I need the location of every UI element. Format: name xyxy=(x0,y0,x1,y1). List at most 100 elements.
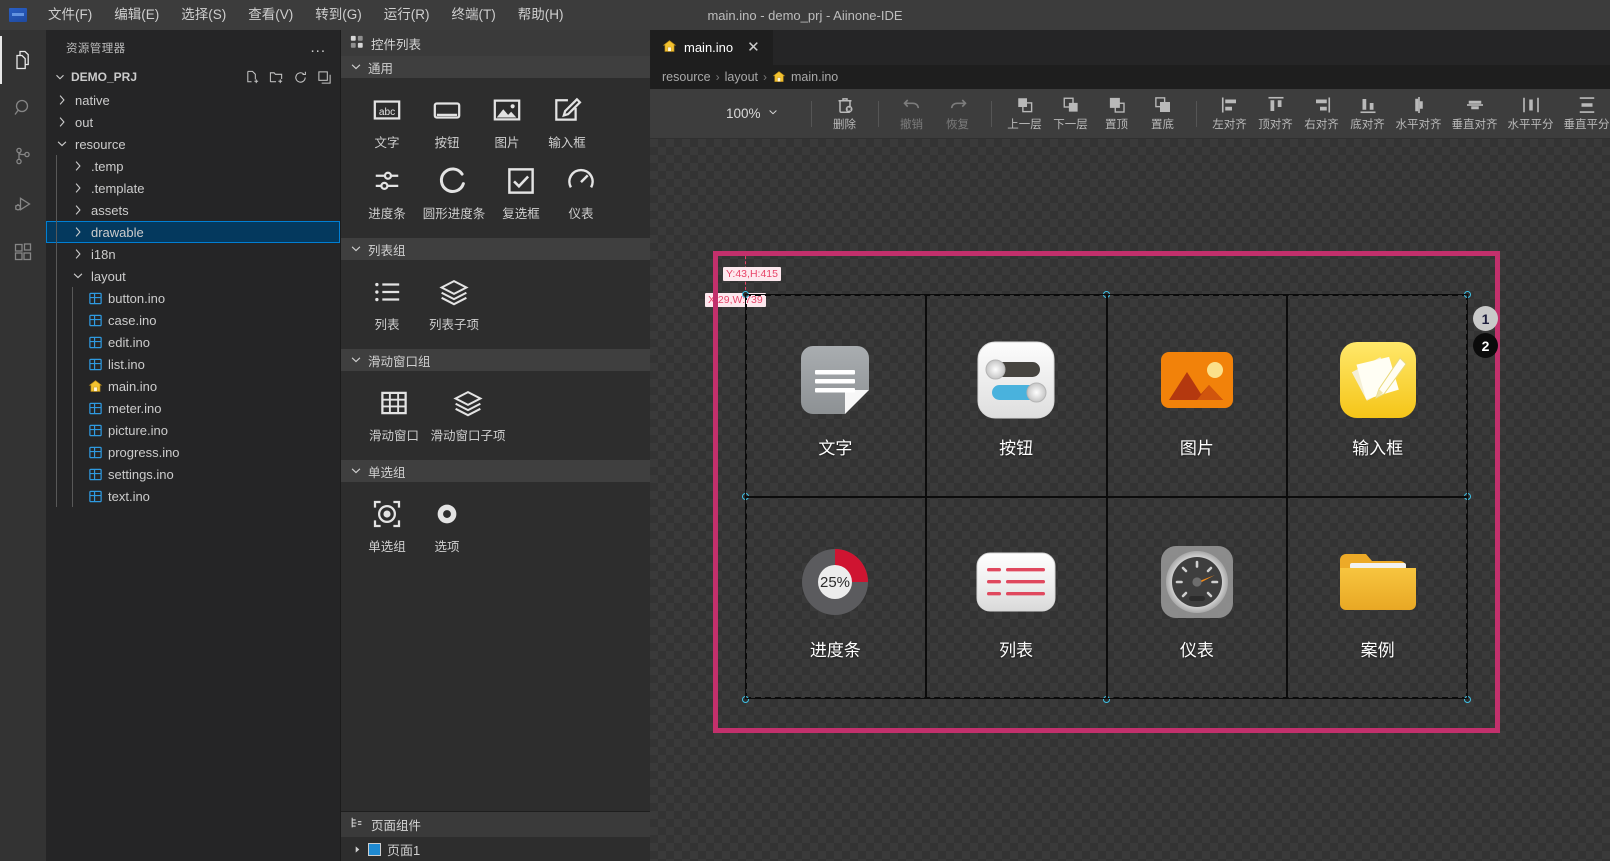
design-canvas[interactable]: Y:43,H:415 X:29,W:739 1 2 文字 按钮 图片 输入框 2… xyxy=(650,139,1610,861)
palette-group-2[interactable]: 滑动窗口组 xyxy=(341,349,650,371)
collapse-all-icon[interactable] xyxy=(317,70,332,85)
tree-item--template[interactable]: .template xyxy=(46,177,340,199)
menu-view[interactable]: 查看(V) xyxy=(237,2,304,29)
tree-item-resource[interactable]: resource xyxy=(46,133,340,155)
tree-item-meter-ino[interactable]: meter.ino xyxy=(46,397,340,419)
chevron-down-icon[interactable] xyxy=(54,137,70,151)
page-node-page1[interactable]: 页面1 xyxy=(341,837,650,861)
canvas-cell-donut-progress[interactable]: 25% 进度条 xyxy=(745,496,926,699)
tree-item-native[interactable]: native xyxy=(46,89,340,111)
menu-select[interactable]: 选择(S) xyxy=(170,2,237,29)
menu-terminal[interactable]: 终端(T) xyxy=(441,2,507,29)
palette-item-slider[interactable]: 进度条 xyxy=(359,163,415,222)
menu-edit[interactable]: 编辑(E) xyxy=(103,2,170,29)
breadcrumb-resource[interactable]: resource xyxy=(662,70,711,84)
breadcrumb-file[interactable]: main.ino xyxy=(791,70,838,84)
palette-item-circular-progress[interactable]: 圆形进度条 xyxy=(419,163,489,222)
chevron-right-icon[interactable] xyxy=(70,181,86,195)
project-root-row[interactable]: DEMO_PRJ xyxy=(46,65,340,89)
canvas-cell-doc-lines[interactable]: 文字 xyxy=(745,294,926,497)
palette-group-3[interactable]: 单选组 xyxy=(341,460,650,482)
toolbar-align-bottom[interactable]: 底对齐 xyxy=(1345,93,1391,134)
palette-group-1[interactable]: 列表组 xyxy=(341,238,650,260)
toolbar-align-top[interactable]: 顶对齐 xyxy=(1253,93,1299,134)
palette-item-layers[interactable]: 列表子项 xyxy=(419,274,489,333)
tree-item-case-ino[interactable]: case.ino xyxy=(46,309,340,331)
toolbar-align-right[interactable]: 右对齐 xyxy=(1299,93,1345,134)
toolbar-send-to-back[interactable]: 置底 xyxy=(1140,93,1186,134)
chevron-right-icon[interactable] xyxy=(70,203,86,217)
new-file-icon[interactable] xyxy=(245,70,260,85)
canvas-cell-toggle-switches[interactable]: 按钮 xyxy=(925,294,1107,497)
chevron-right-icon[interactable] xyxy=(70,247,86,261)
chevron-right-icon[interactable] xyxy=(54,93,70,107)
chevron-right-icon[interactable] xyxy=(70,225,86,239)
palette-item-radio-group[interactable]: 单选组 xyxy=(359,496,415,555)
toolbar-distribute-vertical[interactable]: 垂直平分 xyxy=(1559,93,1610,134)
tree-item-edit-ino[interactable]: edit.ino xyxy=(46,331,340,353)
chevron-right-icon[interactable] xyxy=(54,115,70,129)
menu-goto[interactable]: 转到(G) xyxy=(304,2,373,29)
radio-group-icon xyxy=(372,496,402,532)
badge-2[interactable]: 2 xyxy=(1473,333,1498,358)
tree-item-i18n[interactable]: i18n xyxy=(46,243,340,265)
tree-item-settings-ino[interactable]: settings.ino xyxy=(46,463,340,485)
extensions-icon[interactable] xyxy=(0,228,46,276)
tree-item-layout[interactable]: layout xyxy=(46,265,340,287)
palette-item-button[interactable]: 按钮 xyxy=(419,92,475,151)
chevron-right-icon[interactable] xyxy=(353,842,362,857)
tab-main-ino[interactable]: main.ino ✕ xyxy=(650,30,774,65)
source-control-icon[interactable] xyxy=(0,132,46,180)
tree-item-picture-ino[interactable]: picture.ino xyxy=(46,419,340,441)
toolbar-bring-to-front[interactable]: 置顶 xyxy=(1094,93,1140,134)
toolbar-align-center-vertical[interactable]: 垂直对齐 xyxy=(1447,93,1503,134)
menu-file[interactable]: 文件(F) xyxy=(37,2,103,29)
toolbar-distribute-horizontal[interactable]: 水平平分 xyxy=(1503,93,1559,134)
breadcrumb-layout[interactable]: layout xyxy=(725,70,758,84)
breadcrumb-separator: › xyxy=(763,70,767,84)
toolbar-bring-forward[interactable]: 上一层 xyxy=(1002,93,1048,134)
palette-item-meter-gauge[interactable]: 仪表 xyxy=(553,163,609,222)
canvas-cell-list-card[interactable]: 列表 xyxy=(925,496,1107,699)
new-folder-icon[interactable] xyxy=(269,70,284,85)
tree-item-main-ino[interactable]: main.ino xyxy=(46,375,340,397)
tree-item-assets[interactable]: assets xyxy=(46,199,340,221)
tree-item--temp[interactable]: .temp xyxy=(46,155,340,177)
files-explorer-icon[interactable] xyxy=(0,36,46,84)
toolbar-align-center-horizontal[interactable]: 水平对齐 xyxy=(1391,93,1447,134)
palette-item-abc-text[interactable]: abc 文字 xyxy=(359,92,415,151)
palette-item-table-grid[interactable]: 滑动窗口 xyxy=(359,385,429,444)
palette-item-checkbox[interactable]: 复选框 xyxy=(493,163,549,222)
toolbar-delete[interactable]: 删除 xyxy=(822,93,868,134)
zoom-control[interactable]: 100% xyxy=(720,102,785,125)
palette-item-list[interactable]: 列表 xyxy=(359,274,415,333)
tree-item-list-ino[interactable]: list.ino xyxy=(46,353,340,375)
palette-item-radio-option[interactable]: 选项 xyxy=(419,496,475,555)
menu-help[interactable]: 帮助(H) xyxy=(507,2,575,29)
canvas-cell-folder[interactable]: 案例 xyxy=(1287,496,1468,699)
chevron-right-icon[interactable] xyxy=(70,159,86,173)
tree-item-drawable[interactable]: drawable xyxy=(46,221,340,243)
palette-group-0[interactable]: 通用 xyxy=(341,56,650,78)
palette-item-image[interactable]: 图片 xyxy=(479,92,535,151)
toolbar-send-backward[interactable]: 下一层 xyxy=(1048,93,1094,134)
close-icon[interactable]: ✕ xyxy=(744,39,763,56)
search-icon[interactable] xyxy=(0,84,46,132)
tree-item-out[interactable]: out xyxy=(46,111,340,133)
badge-1[interactable]: 1 xyxy=(1473,306,1498,331)
explorer-more-actions[interactable]: ... xyxy=(304,39,332,56)
tree-item-progress-ino[interactable]: progress.ino xyxy=(46,441,340,463)
palette-title-label: 控件列表 xyxy=(371,37,422,52)
refresh-icon[interactable] xyxy=(293,70,308,85)
palette-item-edit-box[interactable]: 输入框 xyxy=(539,92,595,151)
menu-run[interactable]: 运行(R) xyxy=(373,2,441,29)
canvas-cell-notes-pen[interactable]: 输入框 xyxy=(1287,294,1468,497)
tree-item-text-ino[interactable]: text.ino xyxy=(46,485,340,507)
toolbar-align-left[interactable]: 左对齐 xyxy=(1207,93,1253,134)
canvas-cell-photo-mountain[interactable]: 图片 xyxy=(1106,294,1288,497)
run-and-debug-icon[interactable] xyxy=(0,180,46,228)
canvas-cell-gauge-dial[interactable]: 仪表 xyxy=(1106,496,1288,699)
chevron-down-icon[interactable] xyxy=(70,269,86,283)
palette-item-layers[interactable]: 滑动窗口子项 xyxy=(431,385,506,444)
tree-item-button-ino[interactable]: button.ino xyxy=(46,287,340,309)
